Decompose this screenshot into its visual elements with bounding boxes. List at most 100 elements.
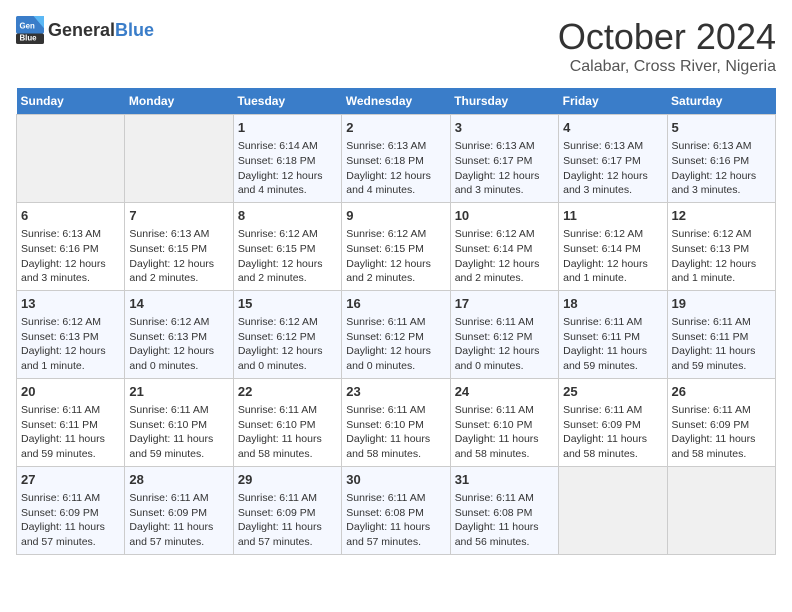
logo-general: General: [48, 20, 115, 40]
day-number: 22: [238, 383, 337, 401]
calendar-cell: 9 Sunrise: 6:12 AMSunset: 6:15 PMDaylight…: [342, 202, 450, 290]
day-number: 12: [672, 207, 771, 225]
calendar-cell: [17, 115, 125, 203]
day-info: Sunrise: 6:13 AMSunset: 6:16 PMDaylight:…: [672, 139, 771, 198]
day-number: 24: [455, 383, 554, 401]
header: Gen Blue General Blue October 2024 Calaba…: [16, 16, 776, 76]
day-info: Sunrise: 6:11 AMSunset: 6:09 PMDaylight:…: [129, 491, 228, 550]
calendar-cell: 26Sunrise: 6:11 AMSunset: 6:09 PMDayligh…: [667, 378, 775, 466]
header-friday: Friday: [559, 88, 667, 115]
calendar-cell: 30 Sunrise: 6:11 AMSunset: 6:08 PMDayligh…: [342, 466, 450, 554]
day-number: 29: [238, 471, 337, 489]
day-info: Sunrise: 6:12 AMSunset: 6:15 PMDaylight:…: [238, 227, 337, 286]
calendar-cell: [667, 466, 775, 554]
day-info: Sunrise: 6:11 AMSunset: 6:12 PMDaylight:…: [455, 315, 554, 374]
day-number: 5: [672, 119, 771, 137]
calendar-week-row: 20Sunrise: 6:11 AMSunset: 6:11 PMDayligh…: [17, 378, 776, 466]
calendar-week-row: 1Sunrise: 6:14 AMSunset: 6:18 PMDaylight…: [17, 115, 776, 203]
calendar-cell: 18 Sunrise: 6:11 AMSunset: 6:11 PMDayligh…: [559, 290, 667, 378]
calendar-cell: 13 Sunrise: 6:12 AMSunset: 6:13 PMDayligh…: [17, 290, 125, 378]
calendar-cell: 19 Sunrise: 6:11 AMSunset: 6:11 PMDayligh…: [667, 290, 775, 378]
title-area: October 2024 Calabar, Cross River, Niger…: [558, 16, 776, 76]
calendar-cell: 28 Sunrise: 6:11 AMSunset: 6:09 PMDayligh…: [125, 466, 233, 554]
day-number: 30: [346, 471, 445, 489]
calendar-cell: 20Sunrise: 6:11 AMSunset: 6:11 PMDayligh…: [17, 378, 125, 466]
day-number: 14: [129, 295, 228, 313]
calendar-header-row: SundayMondayTuesdayWednesdayThursdayFrid…: [17, 88, 776, 115]
day-number: 17: [455, 295, 554, 313]
calendar-cell: [559, 466, 667, 554]
subtitle: Calabar, Cross River, Nigeria: [558, 58, 776, 76]
day-info: Sunrise: 6:11 AMSunset: 6:12 PMDaylight:…: [346, 315, 445, 374]
header-saturday: Saturday: [667, 88, 775, 115]
svg-text:Gen: Gen: [20, 21, 35, 30]
calendar-week-row: 13 Sunrise: 6:12 AMSunset: 6:13 PMDayligh…: [17, 290, 776, 378]
calendar-cell: 4 Sunrise: 6:13 AMSunset: 6:17 PMDaylight…: [559, 115, 667, 203]
day-info: Sunrise: 6:12 AMSunset: 6:14 PMDaylight:…: [455, 227, 554, 286]
day-info: Sunrise: 6:11 AMSunset: 6:11 PMDaylight:…: [563, 315, 662, 374]
calendar-cell: [125, 115, 233, 203]
logo: Gen Blue General Blue: [16, 16, 154, 44]
calendar-cell: 29Sunrise: 6:11 AMSunset: 6:09 PMDayligh…: [233, 466, 341, 554]
day-info: Sunrise: 6:12 AMSunset: 6:15 PMDaylight:…: [346, 227, 445, 286]
day-info: Sunrise: 6:13 AMSunset: 6:15 PMDaylight:…: [129, 227, 228, 286]
day-number: 10: [455, 207, 554, 225]
day-number: 2: [346, 119, 445, 137]
day-info: Sunrise: 6:12 AMSunset: 6:14 PMDaylight:…: [563, 227, 662, 286]
day-info: Sunrise: 6:12 AMSunset: 6:13 PMDaylight:…: [21, 315, 120, 374]
header-wednesday: Wednesday: [342, 88, 450, 115]
calendar-cell: 15 Sunrise: 6:12 AMSunset: 6:12 PMDayligh…: [233, 290, 341, 378]
calendar-cell: 1Sunrise: 6:14 AMSunset: 6:18 PMDaylight…: [233, 115, 341, 203]
day-number: 27: [21, 471, 120, 489]
calendar-cell: 14 Sunrise: 6:12 AMSunset: 6:13 PMDayligh…: [125, 290, 233, 378]
day-number: 11: [563, 207, 662, 225]
header-tuesday: Tuesday: [233, 88, 341, 115]
day-number: 23: [346, 383, 445, 401]
day-number: 13: [21, 295, 120, 313]
day-info: Sunrise: 6:12 AMSunset: 6:13 PMDaylight:…: [672, 227, 771, 286]
day-number: 15: [238, 295, 337, 313]
day-number: 4: [563, 119, 662, 137]
calendar-cell: 17 Sunrise: 6:11 AMSunset: 6:12 PMDayligh…: [450, 290, 558, 378]
calendar-cell: 10 Sunrise: 6:12 AMSunset: 6:14 PMDayligh…: [450, 202, 558, 290]
day-info: Sunrise: 6:11 AMSunset: 6:11 PMDaylight:…: [672, 315, 771, 374]
day-info: Sunrise: 6:13 AMSunset: 6:17 PMDaylight:…: [563, 139, 662, 198]
calendar-cell: 27 Sunrise: 6:11 AMSunset: 6:09 PMDayligh…: [17, 466, 125, 554]
calendar-cell: 25Sunrise: 6:11 AMSunset: 6:09 PMDayligh…: [559, 378, 667, 466]
day-info: Sunrise: 6:11 AMSunset: 6:09 PMDaylight:…: [21, 491, 120, 550]
day-number: 1: [238, 119, 337, 137]
calendar-table: SundayMondayTuesdayWednesdayThursdayFrid…: [16, 88, 776, 555]
calendar-cell: 12 Sunrise: 6:12 AMSunset: 6:13 PMDayligh…: [667, 202, 775, 290]
day-number: 3: [455, 119, 554, 137]
calendar-cell: 23 Sunrise: 6:11 AMSunset: 6:10 PMDayligh…: [342, 378, 450, 466]
day-info: Sunrise: 6:11 AMSunset: 6:10 PMDaylight:…: [346, 403, 445, 462]
day-info: Sunrise: 6:12 AMSunset: 6:12 PMDaylight:…: [238, 315, 337, 374]
day-number: 31: [455, 471, 554, 489]
calendar-cell: 6Sunrise: 6:13 AMSunset: 6:16 PMDaylight…: [17, 202, 125, 290]
header-sunday: Sunday: [17, 88, 125, 115]
day-number: 8: [238, 207, 337, 225]
day-number: 28: [129, 471, 228, 489]
day-number: 18: [563, 295, 662, 313]
day-info: Sunrise: 6:12 AMSunset: 6:13 PMDaylight:…: [129, 315, 228, 374]
day-number: 21: [129, 383, 228, 401]
day-number: 19: [672, 295, 771, 313]
calendar-cell: 8 Sunrise: 6:12 AMSunset: 6:15 PMDaylight…: [233, 202, 341, 290]
day-number: 7: [129, 207, 228, 225]
calendar-cell: 7 Sunrise: 6:13 AMSunset: 6:15 PMDaylight…: [125, 202, 233, 290]
calendar-cell: 2Sunrise: 6:13 AMSunset: 6:18 PMDaylight…: [342, 115, 450, 203]
day-info: Sunrise: 6:11 AMSunset: 6:08 PMDaylight:…: [346, 491, 445, 550]
calendar-cell: 16Sunrise: 6:11 AMSunset: 6:12 PMDayligh…: [342, 290, 450, 378]
calendar-cell: 3Sunrise: 6:13 AMSunset: 6:17 PMDaylight…: [450, 115, 558, 203]
day-info: Sunrise: 6:11 AMSunset: 6:10 PMDaylight:…: [238, 403, 337, 462]
header-thursday: Thursday: [450, 88, 558, 115]
header-monday: Monday: [125, 88, 233, 115]
calendar-cell: 22 Sunrise: 6:11 AMSunset: 6:10 PMDayligh…: [233, 378, 341, 466]
calendar-cell: 11 Sunrise: 6:12 AMSunset: 6:14 PMDayligh…: [559, 202, 667, 290]
calendar-week-row: 27 Sunrise: 6:11 AMSunset: 6:09 PMDayligh…: [17, 466, 776, 554]
calendar-week-row: 6Sunrise: 6:13 AMSunset: 6:16 PMDaylight…: [17, 202, 776, 290]
day-number: 26: [672, 383, 771, 401]
logo-icon: Gen Blue: [16, 16, 44, 44]
svg-text:Blue: Blue: [20, 34, 38, 43]
day-number: 9: [346, 207, 445, 225]
